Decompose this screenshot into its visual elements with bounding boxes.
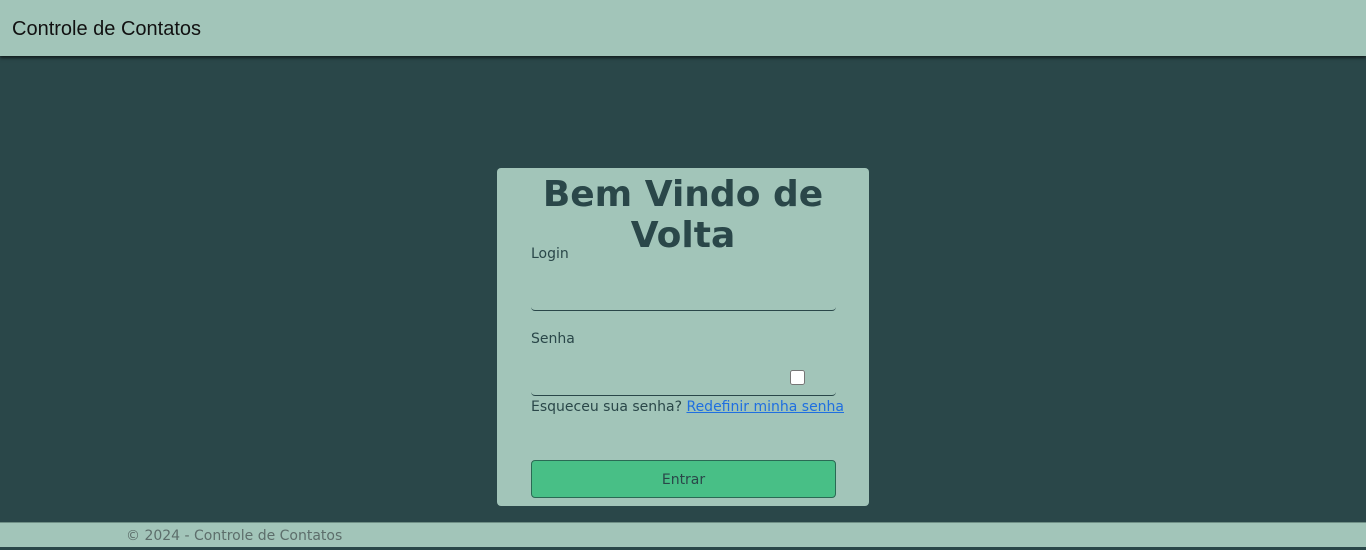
top-navbar: Controle de Contatos	[0, 0, 1366, 56]
login-label: Login	[531, 246, 569, 262]
navbar-brand[interactable]: Controle de Contatos	[12, 18, 201, 41]
login-submit-button[interactable]: Entrar	[531, 460, 836, 498]
forgot-password-row: Esqueceu sua senha? Redefinir minha senh…	[531, 399, 844, 415]
show-password-checkbox[interactable]	[790, 370, 805, 385]
login-card: Bem Vindo de Volta Login Senha Esqueceu …	[497, 168, 869, 506]
password-label: Senha	[531, 331, 575, 347]
footer-copyright: © 2024 - Controle de Contatos	[126, 528, 343, 544]
forgot-password-text: Esqueceu sua senha?	[531, 399, 683, 415]
login-input[interactable]	[531, 281, 836, 311]
page-footer: © 2024 - Controle de Contatos	[0, 522, 1366, 547]
reset-password-link[interactable]: Redefinir minha senha	[686, 399, 844, 415]
login-title: Bem Vindo de Volta	[542, 174, 824, 256]
